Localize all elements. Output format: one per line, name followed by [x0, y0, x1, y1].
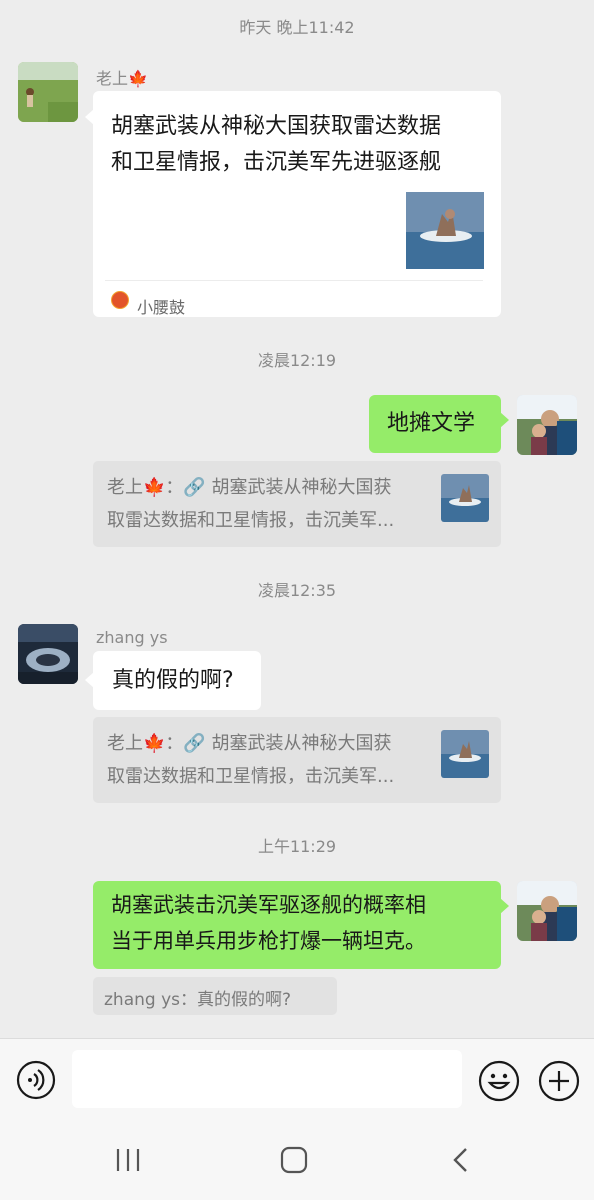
recents-icon[interactable]: [114, 1147, 142, 1173]
sender-name: 老上🍁: [96, 69, 148, 88]
message-bubble[interactable]: 地摊文学: [369, 395, 501, 453]
avatar[interactable]: [18, 624, 78, 684]
message-bubble[interactable]: 胡塞武装击沉美军驱逐舰的概率相 当于用单兵用步枪打爆一辆坦克。: [93, 881, 501, 969]
back-icon[interactable]: [450, 1146, 472, 1174]
timestamp: 上午11:29: [257, 837, 337, 856]
voice-icon[interactable]: [16, 1060, 56, 1100]
timestamp: 凌晨12:35: [257, 581, 337, 600]
avatar[interactable]: [18, 62, 78, 122]
timestamp: 凌晨12:19: [257, 351, 337, 370]
avatar[interactable]: [517, 881, 577, 941]
source-name: 小腰鼓: [137, 298, 186, 317]
quoted-text: zhang ys：真的假的啊?: [104, 990, 292, 1010]
article-card[interactable]: 胡塞武装从神秘大国获取雷达数据 和卫星情报，击沉美军先进驱逐舰 小腰鼓: [93, 91, 501, 317]
home-icon[interactable]: [280, 1146, 308, 1174]
avatar[interactable]: [517, 395, 577, 455]
message-input[interactable]: [72, 1050, 462, 1108]
sender-name: zhang ys: [96, 628, 168, 647]
quoted-message[interactable]: 老上🍁：🔗 胡塞武装从神秘大国获 取雷达数据和卫星情报，击沉美军...: [93, 717, 501, 803]
article-title: 胡塞武装从神秘大国获取雷达数据 和卫星情报，击沉美军先进驱逐舰: [111, 114, 442, 175]
quoted-thumbnail: [441, 730, 489, 778]
input-bar: [0, 1038, 594, 1200]
article-thumbnail: [406, 192, 484, 269]
quoted-thumbnail: [441, 474, 489, 522]
quoted-message[interactable]: zhang ys：真的假的啊?: [93, 977, 337, 1015]
message-bubble[interactable]: 真的假的啊?: [93, 651, 261, 710]
plus-icon[interactable]: [538, 1060, 580, 1102]
quoted-message[interactable]: 老上🍁：🔗 胡塞武装从神秘大国获 取雷达数据和卫星情报，击沉美军...: [93, 461, 501, 547]
quoted-text: 老上🍁：🔗 胡塞武装从神秘大国获 取雷达数据和卫星情报，击沉美军...: [107, 477, 395, 531]
timestamp: 昨天 晚上11:42: [239, 18, 355, 37]
quoted-text: 老上🍁：🔗 胡塞武装从神秘大国获 取雷达数据和卫星情报，击沉美军...: [107, 733, 395, 787]
source-logo-icon: [111, 291, 129, 309]
emoji-icon[interactable]: [478, 1060, 520, 1102]
